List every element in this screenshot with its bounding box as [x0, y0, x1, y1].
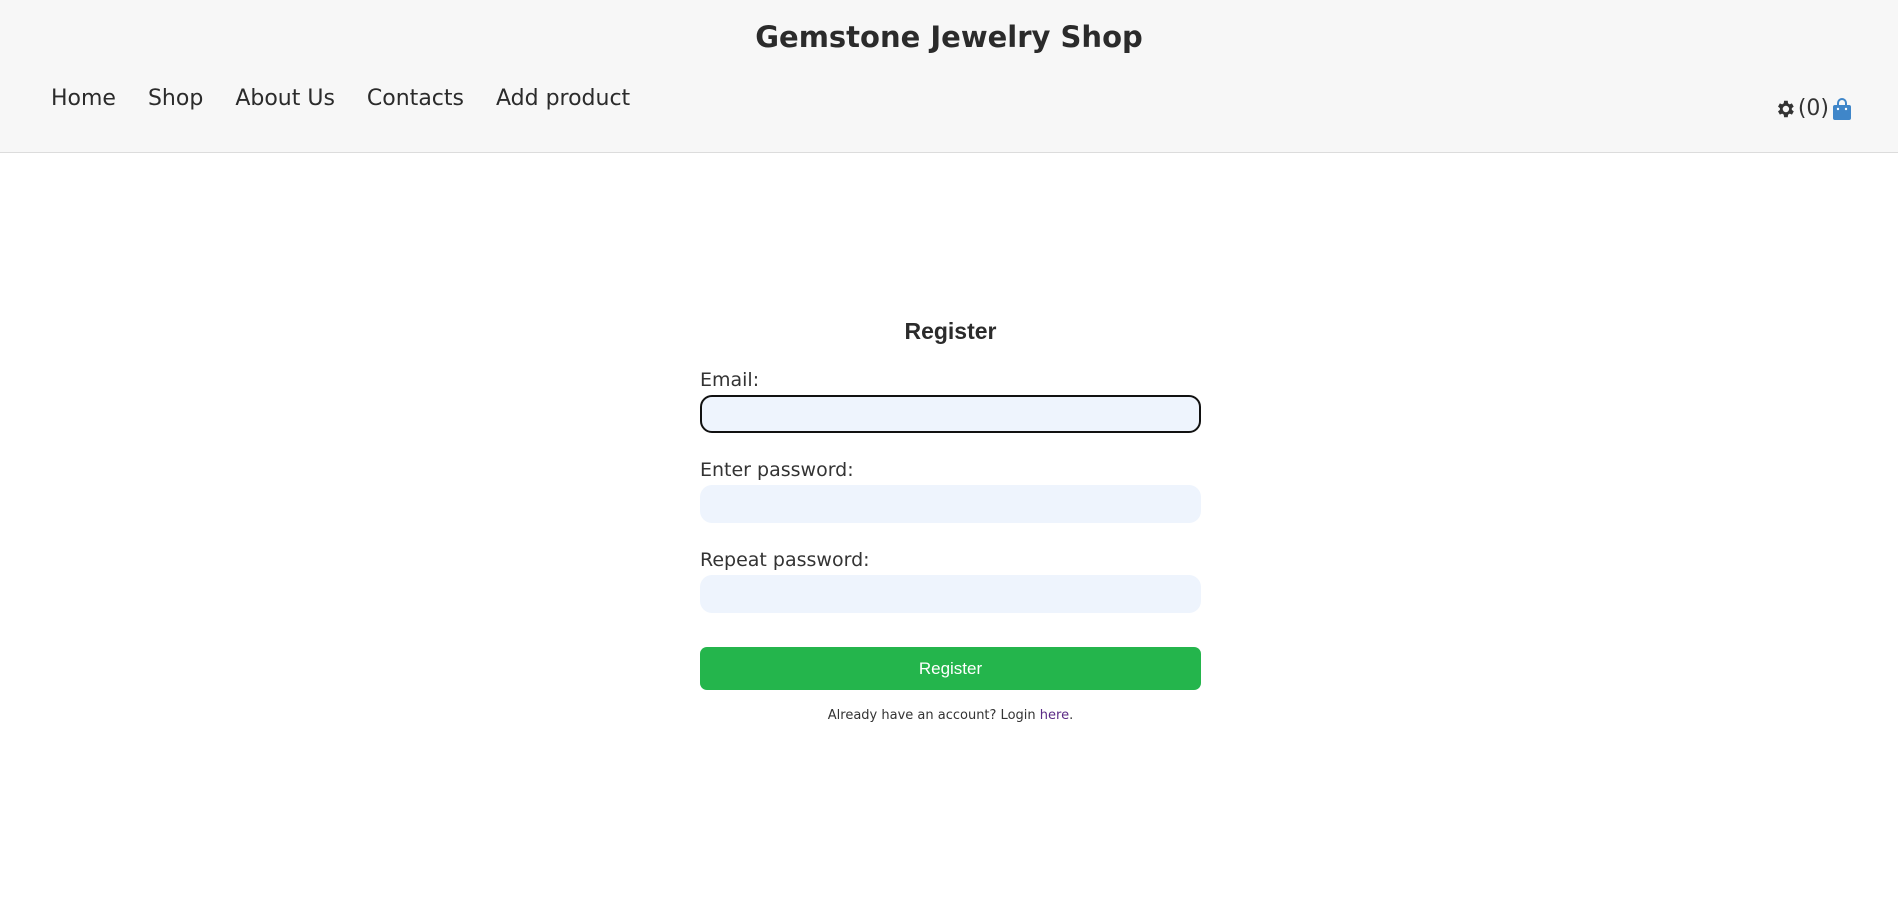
email-field[interactable]: [700, 395, 1201, 433]
register-form: Register Email: Enter password: Repeat p…: [700, 318, 1201, 723]
nav-shop[interactable]: Shop: [148, 86, 203, 111]
login-suffix: .: [1069, 708, 1074, 723]
form-title: Register: [904, 318, 997, 344]
login-link[interactable]: here: [1040, 708, 1069, 723]
login-note: Already have an account? Login here.: [700, 708, 1201, 723]
password-label: Enter password:: [700, 459, 854, 481]
header-tools: (0): [1774, 96, 1853, 121]
password-group: Enter password:: [700, 459, 1201, 523]
nav-contacts[interactable]: Contacts: [367, 86, 464, 111]
nav-home[interactable]: Home: [51, 86, 116, 111]
site-header: Gemstone Jewelry Shop Home Shop About Us…: [0, 0, 1898, 153]
site-title: Gemstone Jewelry Shop: [755, 20, 1143, 54]
cart-count[interactable]: (0): [1798, 96, 1829, 121]
repeat-password-field[interactable]: [700, 575, 1201, 613]
repeat-password-label: Repeat password:: [700, 549, 870, 571]
login-prefix: Already have an account? Login: [827, 708, 1036, 723]
register-button[interactable]: Register: [700, 647, 1201, 690]
repeat-password-group: Repeat password:: [700, 549, 1201, 613]
password-field[interactable]: [700, 485, 1201, 523]
nav-add-product[interactable]: Add product: [496, 86, 630, 111]
main-nav: Home Shop About Us Contacts Add product: [51, 86, 662, 111]
email-group: Email:: [700, 369, 1201, 433]
nav-about-us[interactable]: About Us: [235, 86, 335, 111]
email-label: Email:: [700, 369, 760, 391]
gear-icon[interactable]: [1774, 98, 1796, 120]
shopping-bag-icon[interactable]: [1831, 97, 1853, 121]
